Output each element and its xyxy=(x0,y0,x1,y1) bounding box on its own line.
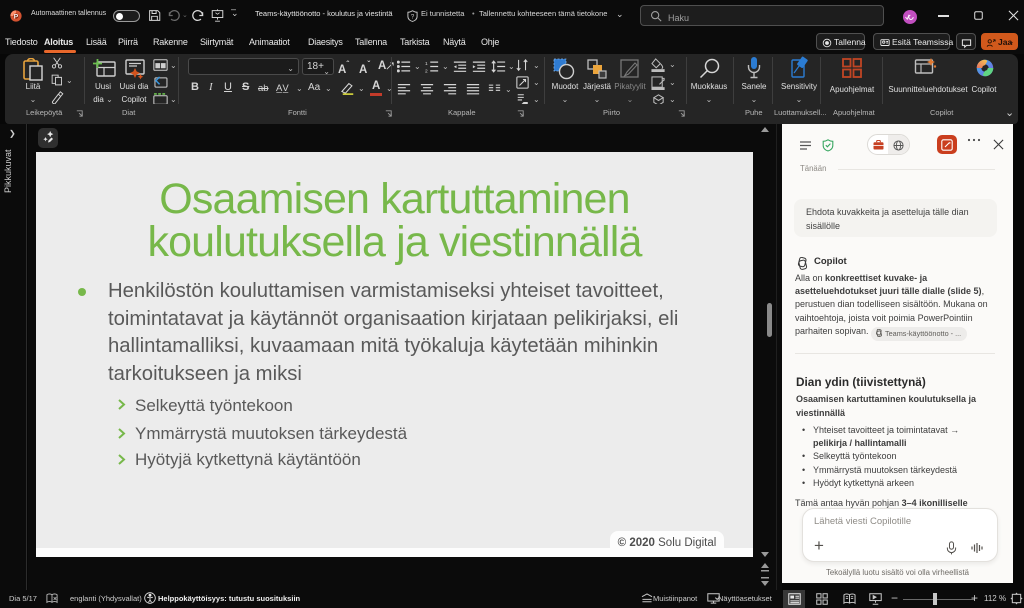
svg-text:1: 1 xyxy=(425,61,428,67)
svg-text:2: 2 xyxy=(425,69,428,73)
svg-text:P: P xyxy=(14,13,19,20)
svg-text:?: ? xyxy=(411,13,415,20)
